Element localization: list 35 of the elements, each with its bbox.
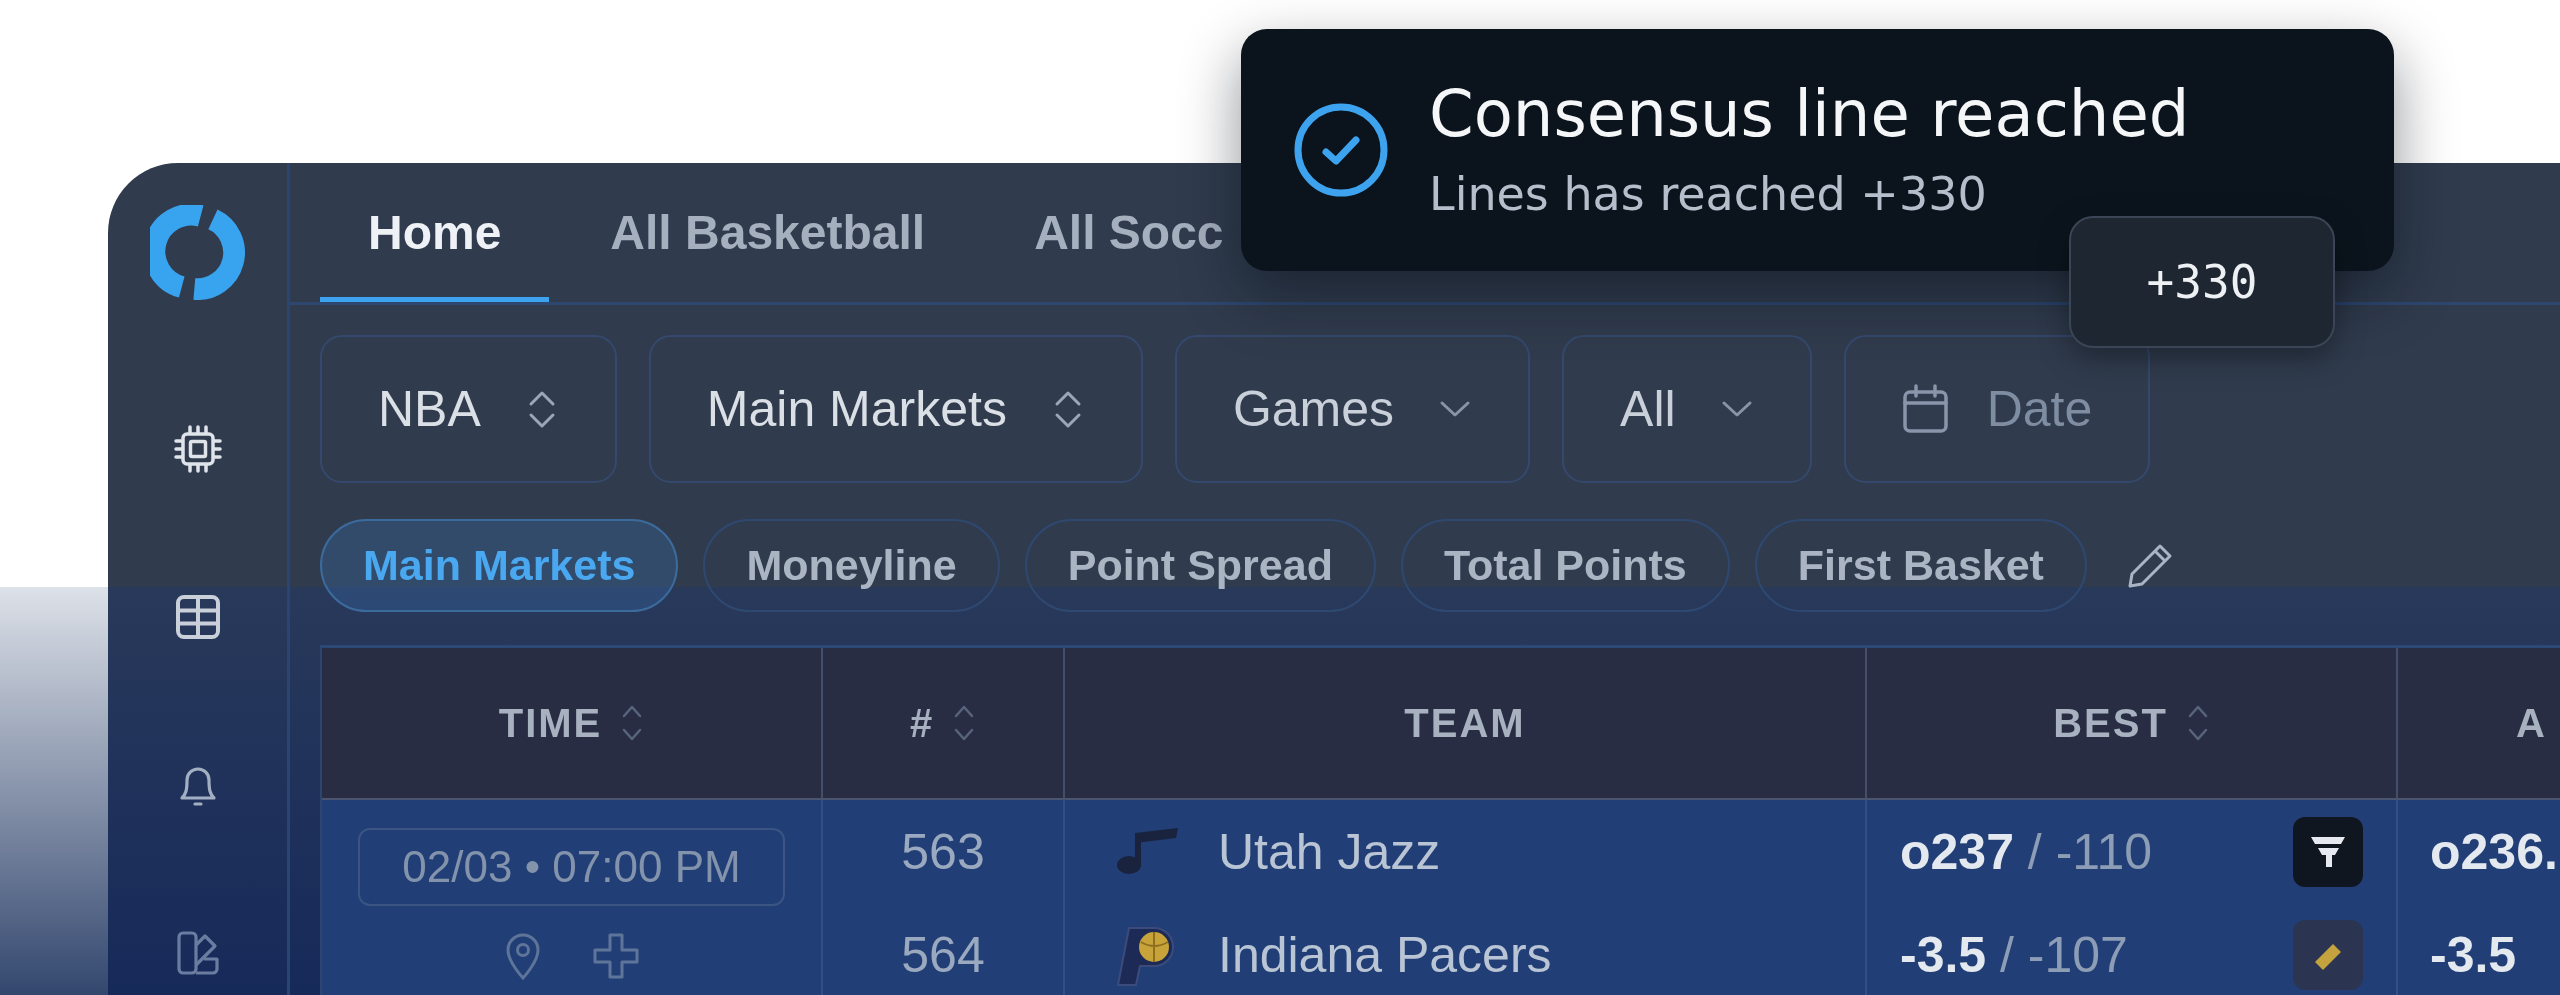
check-circle-icon xyxy=(1293,102,1389,198)
nav-tab[interactable]: All Socc xyxy=(986,163,1224,302)
odds-text: -3.5 / -107 xyxy=(1900,925,2128,984)
select-button[interactable]: NBA xyxy=(320,335,617,483)
odds-text: -3.5 xyxy=(2430,925,2517,984)
column-header: # xyxy=(909,700,935,746)
game-time: 02/03 • 07:00 PM xyxy=(358,828,785,906)
logo-tile-icon xyxy=(2293,816,2363,887)
toast-message: Lines has reached +330 xyxy=(1429,170,1988,219)
toast-title: Consensus line reached xyxy=(1429,81,2190,149)
dropdown-button[interactable]: All xyxy=(1562,335,1812,483)
nav-tab[interactable]: Home xyxy=(320,163,550,302)
odds-text: o236. xyxy=(2430,822,2558,881)
filter-chip[interactable]: Total Points xyxy=(1400,519,1730,612)
rotation-number: 564 xyxy=(901,925,985,984)
odds-text: o237 / -110 xyxy=(1900,822,2152,881)
column-header: A xyxy=(2516,700,2547,746)
filter-chip[interactable]: Moneyline xyxy=(703,519,1000,612)
column-header: BEST xyxy=(2053,700,2168,746)
logo-tile-icon xyxy=(2293,919,2363,990)
chip-icon[interactable] xyxy=(172,424,223,474)
tooltip: +330 xyxy=(2069,216,2335,348)
calendar-icon xyxy=(1901,384,1949,434)
rotation-number: 563 xyxy=(901,822,985,881)
filter-chip[interactable]: Main Markets xyxy=(320,519,679,612)
filter-chip[interactable]: Point Spread xyxy=(1024,519,1376,612)
select-button[interactable]: Main Markets xyxy=(648,335,1143,483)
filter-chip[interactable]: First Basket xyxy=(1754,519,2087,612)
team-name: Utah Jazz xyxy=(1218,822,1441,881)
column-header: TIME xyxy=(498,700,603,746)
dropdown-button[interactable]: Games xyxy=(1174,335,1531,483)
logo-icon xyxy=(150,205,245,300)
column-header: TEAM xyxy=(1404,700,1526,746)
nav-tab[interactable]: All Basketball xyxy=(562,163,974,302)
team-name: Indiana Pacers xyxy=(1218,925,1552,984)
